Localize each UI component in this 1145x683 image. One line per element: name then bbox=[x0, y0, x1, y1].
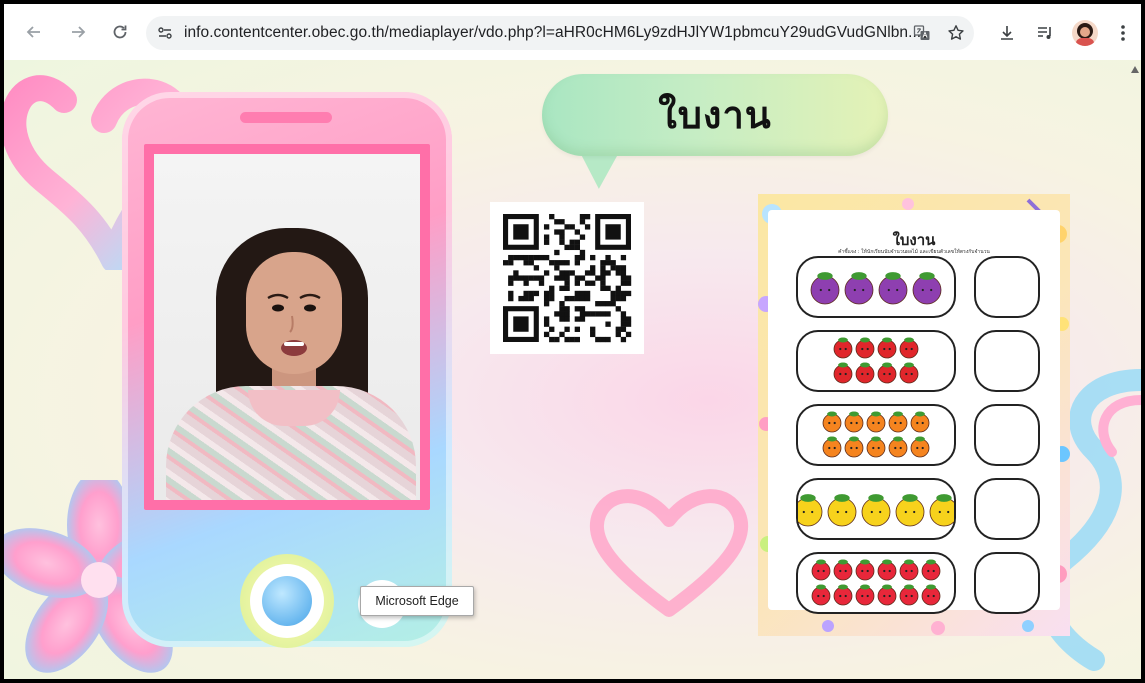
answer-box-3 bbox=[974, 404, 1040, 466]
scroll-up-arrow-icon[interactable] bbox=[1131, 66, 1139, 73]
heart-outline-icon bbox=[589, 489, 749, 617]
strawberry-icon bbox=[855, 584, 875, 606]
apple-icon bbox=[899, 362, 919, 384]
back-icon[interactable] bbox=[22, 20, 46, 44]
strawberry-icon bbox=[899, 584, 919, 606]
forward-icon[interactable] bbox=[66, 20, 90, 44]
pineapple-group-icon bbox=[793, 494, 959, 527]
strawberry-icon bbox=[877, 559, 897, 581]
orange-icon bbox=[822, 411, 842, 433]
orange-group-icon bbox=[822, 411, 930, 458]
browser-toolbar: info.contentcenter.obec.go.th/mediaplaye… bbox=[4, 4, 1141, 60]
grape-icon bbox=[810, 272, 840, 305]
orange-icon bbox=[844, 411, 864, 433]
orange-icon bbox=[910, 436, 930, 458]
worksheet-paper: ใบงาน คำชี้แจง : ให้นักเรียนนับจำนวนผลไม… bbox=[768, 210, 1060, 614]
qr-code-icon bbox=[503, 214, 632, 343]
strawberry-icon bbox=[921, 559, 941, 581]
address-bar[interactable]: info.contentcenter.obec.go.th/mediaplaye… bbox=[146, 16, 974, 50]
answer-box-5 bbox=[974, 552, 1040, 614]
reload-icon[interactable] bbox=[108, 20, 132, 44]
apple-icon bbox=[833, 337, 853, 359]
fruit-box-3 bbox=[796, 404, 956, 466]
media-queue-icon[interactable] bbox=[1034, 22, 1056, 44]
apple-icon bbox=[899, 337, 919, 359]
strawberry-icon bbox=[833, 584, 853, 606]
profile-avatar[interactable] bbox=[1072, 20, 1098, 46]
translate-icon[interactable] bbox=[912, 23, 932, 43]
pineapple-icon bbox=[895, 494, 925, 527]
pineapple-icon bbox=[929, 494, 959, 527]
url-text[interactable]: info.contentcenter.obec.go.th/mediaplaye… bbox=[184, 24, 921, 42]
download-icon[interactable] bbox=[996, 22, 1018, 44]
strawberry-icon bbox=[833, 559, 853, 581]
orange-icon bbox=[866, 436, 886, 458]
worksheet-instruction: คำชี้แจง : ให้นักเรียนนับจำนวนผลไม้ และเ… bbox=[838, 249, 990, 255]
orange-icon bbox=[844, 436, 864, 458]
more-menu-icon[interactable] bbox=[1112, 22, 1134, 44]
fruit-box-5 bbox=[796, 552, 956, 614]
orange-icon bbox=[822, 436, 842, 458]
strawberry-icon bbox=[877, 584, 897, 606]
strawberry-icon bbox=[811, 584, 831, 606]
orange-icon bbox=[910, 411, 930, 433]
grape-icon bbox=[912, 272, 942, 305]
pineapple-icon bbox=[827, 494, 857, 527]
apple-icon bbox=[855, 337, 875, 359]
pineapple-icon bbox=[793, 494, 823, 527]
phone-speaker bbox=[240, 112, 332, 123]
slide-title-bubble: ใบงาน bbox=[542, 74, 888, 156]
answer-box-1 bbox=[974, 256, 1040, 318]
site-info-icon[interactable] bbox=[154, 22, 176, 44]
browser-window: info.contentcenter.obec.go.th/mediaplaye… bbox=[4, 4, 1141, 679]
record-button-ring bbox=[250, 564, 324, 638]
strawberry-group-icon bbox=[811, 559, 941, 606]
fruit-box-4 bbox=[793, 478, 959, 540]
slide-title: ใบงาน bbox=[658, 93, 772, 137]
strawberry-icon bbox=[855, 559, 875, 581]
pineapple-icon bbox=[861, 494, 891, 527]
taskbar-tooltip: Microsoft Edge bbox=[360, 586, 474, 616]
grape-icon bbox=[878, 272, 908, 305]
fruit-box-2 bbox=[796, 330, 956, 392]
apple-icon bbox=[855, 362, 875, 384]
presenter-face bbox=[246, 252, 342, 374]
answer-box-4 bbox=[974, 478, 1040, 540]
strawberry-icon bbox=[811, 559, 831, 581]
record-button[interactable] bbox=[240, 554, 334, 648]
apple-group-icon bbox=[833, 337, 919, 384]
apple-icon bbox=[877, 337, 897, 359]
phone-frame bbox=[122, 92, 452, 648]
page-viewport: ใบงาน ใบงาน คำชี้แจง: ให้นักเรียนนับจำน… bbox=[4, 60, 1141, 679]
apple-icon bbox=[877, 362, 897, 384]
apple-icon bbox=[833, 362, 853, 384]
grape-group-icon bbox=[810, 272, 942, 305]
presenter-video[interactable] bbox=[154, 154, 420, 500]
orange-icon bbox=[888, 411, 908, 433]
worksheet-preview: ใบงาน คำชี้แจง : ให้นักเรียนนับจำนวนผลไม… bbox=[758, 194, 1070, 636]
strawberry-icon bbox=[921, 584, 941, 606]
grape-icon bbox=[844, 272, 874, 305]
answer-box-2 bbox=[974, 330, 1040, 392]
bookmark-star-icon[interactable] bbox=[946, 23, 966, 43]
qr-code[interactable] bbox=[490, 202, 644, 354]
strawberry-icon bbox=[899, 559, 919, 581]
orange-icon bbox=[866, 411, 886, 433]
record-button-core bbox=[262, 576, 312, 626]
fruit-box-1 bbox=[796, 256, 956, 318]
orange-icon bbox=[888, 436, 908, 458]
